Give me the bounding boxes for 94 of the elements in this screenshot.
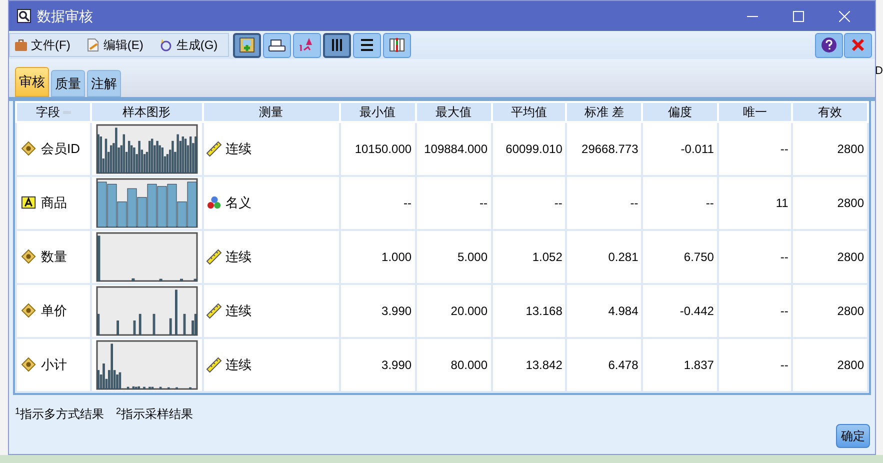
column-header-cell[interactable]: 字段: [16, 102, 91, 122]
field-name: 小计: [41, 356, 67, 374]
toolbar-button[interactable]: [322, 32, 351, 58]
numeric-storage-icon: [21, 303, 37, 319]
table-cell: -0.011: [642, 122, 718, 176]
table-cell: 6.478: [566, 338, 642, 392]
column-header[interactable]: 最小值: [340, 102, 416, 122]
toolbar-button[interactable]: [352, 32, 381, 58]
column-header[interactable]: 测量: [202, 102, 340, 122]
node-icon: [238, 36, 256, 54]
column-header[interactable]: 标准 差: [566, 102, 642, 122]
footnote: $^{1}$指示多方式结果: [15, 405, 104, 423]
table-cell: --: [718, 338, 792, 392]
field-name: 商品: [41, 194, 67, 212]
document-icon: [86, 38, 100, 52]
toolbar-button[interactable]: [262, 32, 291, 58]
toolbar-button[interactable]: [232, 32, 261, 58]
field-name: 数量: [41, 248, 67, 266]
measurement-label: 连续: [226, 302, 252, 320]
measurement-label: 名义: [226, 194, 252, 212]
table-cell: --: [416, 176, 492, 230]
table-cell: --: [340, 176, 416, 230]
table-cell: 3.990: [340, 284, 416, 338]
table-icon: [388, 36, 406, 54]
table-cell: 20.000: [416, 284, 492, 338]
window-title: 数据审核: [37, 6, 93, 26]
help-icon: [821, 37, 837, 53]
colored-balls-icon: [206, 195, 222, 211]
table-cell: --: [566, 176, 642, 230]
sparkle-icon: [159, 38, 174, 52]
table-cell: 13.842: [492, 338, 566, 392]
measurement-label: 连续: [226, 140, 252, 158]
table-cell: 2800: [792, 122, 868, 176]
table-cell: --: [642, 176, 718, 230]
table-cell: 5.000: [416, 230, 492, 284]
table-cell: 10150.000: [340, 122, 416, 176]
column-header[interactable]: 唯一: [718, 102, 792, 122]
table-cell: 0.281: [566, 230, 642, 284]
numeric-storage-icon: [21, 141, 37, 157]
toolbar-button[interactable]: [382, 32, 411, 58]
string-storage-icon: [21, 195, 37, 211]
numeric-storage-icon: [21, 357, 37, 373]
ruler-icon: [206, 249, 222, 265]
table-cell: 6.750: [642, 230, 718, 284]
close-icon: [851, 38, 865, 52]
maximize-icon: [792, 10, 804, 22]
table-cell: 13.168: [492, 284, 566, 338]
table-cell: 2800: [792, 230, 868, 284]
close-button[interactable]: [844, 32, 872, 58]
column-header[interactable]: 样本图形: [90, 102, 203, 122]
table-cell: 2800: [792, 284, 868, 338]
table-cell: 29668.773: [566, 122, 642, 176]
field-name: 单价: [41, 302, 67, 320]
background-text: D: [875, 64, 883, 78]
close-icon: [838, 10, 850, 22]
table-cell: 1.052: [492, 230, 566, 284]
column-header[interactable]: 平均值: [492, 102, 566, 122]
table-cell: --: [718, 230, 792, 284]
table-cell: 80.000: [416, 338, 492, 392]
table-cell: --: [718, 284, 792, 338]
tab[interactable]: 质量: [51, 70, 85, 97]
footnote: $^{2}$指示采样结果: [116, 405, 194, 423]
ruler-icon: [206, 357, 222, 373]
table-cell: --: [718, 122, 792, 176]
table-cell: 11: [718, 176, 792, 230]
table-cell: 60099.010: [492, 122, 566, 176]
help-button[interactable]: [815, 32, 843, 58]
ruler-icon: [206, 303, 222, 319]
column-header[interactable]: 偏度: [642, 102, 718, 122]
table-cell: 3.990: [340, 338, 416, 392]
table-cell: 2800: [792, 176, 868, 230]
menu-item[interactable]: 生成(G): [159, 36, 218, 54]
table-cell: --: [492, 176, 566, 230]
table-cell: -0.442: [642, 284, 718, 338]
table-cell: 1.837: [642, 338, 718, 392]
menu-item[interactable]: 编辑(E): [86, 36, 144, 54]
briefcase-icon: [14, 38, 28, 52]
menu-item[interactable]: 文件(F): [14, 36, 70, 54]
ruler-icon: [206, 141, 222, 157]
table-cell: 4.984: [566, 284, 642, 338]
magnifier-icon: [17, 9, 31, 23]
column-header[interactable]: 最大值: [416, 102, 492, 122]
tab[interactable]: 注解: [87, 70, 121, 97]
tab[interactable]: 审核: [15, 67, 49, 97]
table-cell: 109884.000: [416, 122, 492, 176]
ok-button[interactable]: 确定: [836, 424, 870, 448]
field-name: 会员ID: [41, 140, 80, 158]
column-header[interactable]: 有效: [792, 102, 868, 122]
table-cell: 2800: [792, 338, 868, 392]
measurement-label: 连续: [226, 248, 252, 266]
table-cell: 1.000: [340, 230, 416, 284]
measurement-label: 连续: [226, 356, 252, 374]
column-label: 字段: [36, 104, 60, 121]
numeric-storage-icon: [21, 249, 37, 265]
